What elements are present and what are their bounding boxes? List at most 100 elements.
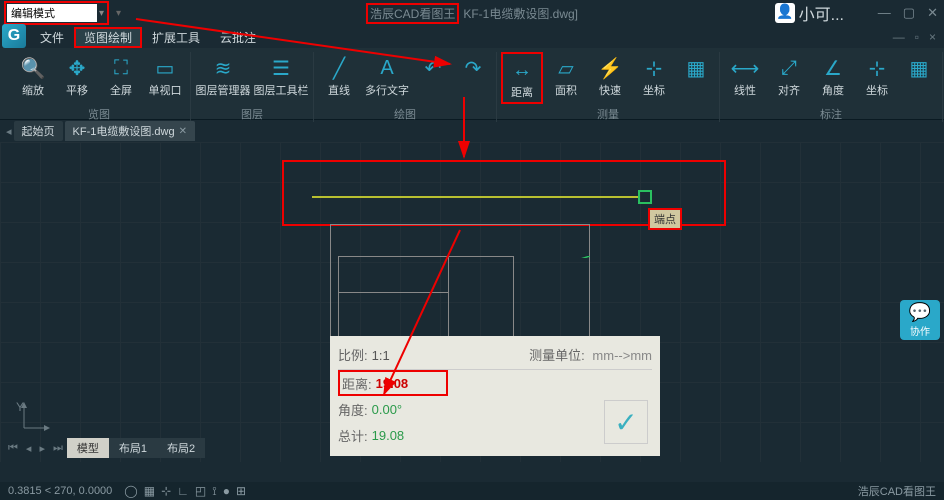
- fullscreen-button[interactable]: ⛶全屏: [100, 52, 142, 104]
- layer-tool-icon: ☰: [267, 54, 295, 82]
- status-icon-8[interactable]: ⊞: [236, 484, 246, 499]
- layer-toolbar-label: 图层工具栏: [254, 82, 309, 98]
- check-icon: ✓: [614, 406, 637, 439]
- minimize-button[interactable]: —: [878, 5, 891, 21]
- model-tab[interactable]: 模型: [67, 438, 109, 458]
- total-result-label: 总计:: [338, 426, 368, 445]
- dropdown-icon[interactable]: ▾: [97, 8, 106, 19]
- status-icon-1[interactable]: ◯: [124, 484, 137, 499]
- angle-result-label: 角度:: [338, 400, 368, 419]
- distance-result-value: 19.08: [376, 376, 409, 391]
- area-button[interactable]: ▱面积: [545, 52, 587, 104]
- maximize-button[interactable]: ▢: [903, 5, 915, 21]
- mtext-button[interactable]: A多行文字: [362, 52, 412, 104]
- menu-ext-tools[interactable]: 扩展工具: [142, 27, 210, 48]
- status-icon-7[interactable]: ●: [223, 484, 230, 499]
- layout-nav-next-icon[interactable]: ▸: [35, 442, 49, 455]
- fullscreen-icon: ⛶: [107, 54, 135, 82]
- layout1-tab[interactable]: 布局1: [109, 438, 157, 458]
- coord2-button[interactable]: ⊹坐标: [856, 52, 898, 104]
- layer-mgr-label: 图层管理器: [196, 82, 251, 98]
- measurement-panel: 比例:1:1 测量单位: mm-->mm 距离: 19.08 角度: 0.00°…: [330, 336, 660, 456]
- layout-nav-last-icon[interactable]: ⏭: [49, 442, 67, 455]
- viewport-button[interactable]: ▭单视口: [144, 52, 186, 104]
- avatar-icon: 👤: [775, 3, 795, 23]
- drawing-inner: [338, 256, 514, 336]
- user-area[interactable]: 👤 小可...: [775, 1, 844, 25]
- line-icon: ╱: [325, 54, 353, 82]
- menu-file[interactable]: 文件: [30, 27, 74, 48]
- area-icon: ▱: [552, 54, 580, 82]
- aligned-icon: ⤢: [775, 54, 803, 82]
- confirm-button[interactable]: ✓: [604, 400, 648, 444]
- status-icon-3[interactable]: ⊹: [161, 484, 171, 499]
- aligned-button[interactable]: ⤢对齐: [768, 52, 810, 104]
- status-icon-5[interactable]: ◰: [195, 484, 206, 499]
- collab-label: 协作: [910, 323, 930, 338]
- measure-layout-button[interactable]: ▦: [677, 52, 715, 104]
- group-dim-label: 标注: [820, 106, 842, 122]
- linear-button[interactable]: ⟷线性: [724, 52, 766, 104]
- group-layer-label: 图层: [241, 106, 263, 122]
- drawing-tab-label: KF-1电缆敷设图.dwg: [73, 123, 175, 139]
- angle-button[interactable]: ∠角度: [812, 52, 854, 104]
- close-button[interactable]: ✕: [927, 5, 938, 21]
- redo-button[interactable]: ↷: [454, 52, 492, 104]
- layer-mgr-button[interactable]: ≋图层管理器: [195, 52, 251, 104]
- collab-button[interactable]: 💬 协作: [900, 300, 940, 340]
- distance-icon: ↔: [508, 56, 536, 84]
- doc-title: KF-1电缆敷设图.dwg]: [463, 5, 578, 22]
- sub-restore-icon[interactable]: ▫: [915, 30, 919, 44]
- tab-close-icon[interactable]: ✕: [179, 126, 187, 137]
- window-title: 浩辰CAD看图王 KF-1电缆敷设图.dwg]: [366, 3, 578, 24]
- menu-cloud-annot[interactable]: 云批注: [210, 27, 266, 48]
- pan-icon: ✥: [63, 54, 91, 82]
- snap-tooltip: 端点: [648, 208, 682, 230]
- mtext-label: 多行文字: [365, 82, 409, 98]
- tab-nav-left-icon[interactable]: ◂: [6, 125, 12, 138]
- quick-icon: ⚡: [596, 54, 624, 82]
- app-logo-icon[interactable]: G: [2, 24, 26, 48]
- title-bar: 编辑模式 ▾ 浩辰CAD看图王 KF-1电缆敷设图.dwg] 👤 小可... —…: [0, 0, 944, 26]
- coord2-label: 坐标: [866, 82, 888, 98]
- layout-nav-prev-icon[interactable]: ◂: [22, 442, 36, 455]
- pan-label: 平移: [66, 82, 88, 98]
- layout2-tab[interactable]: 布局2: [157, 438, 205, 458]
- undo-button[interactable]: ↶: [414, 52, 452, 104]
- zoom-icon: 🔍: [19, 54, 47, 82]
- coord-button[interactable]: ⊹坐标: [633, 52, 675, 104]
- dim-layout-button[interactable]: ▦: [900, 52, 938, 104]
- status-icon-4[interactable]: ∟: [177, 484, 189, 499]
- distance-button[interactable]: ↔距离: [501, 52, 543, 104]
- coord-icon: ⊹: [640, 54, 668, 82]
- layer-toolbar-button[interactable]: ☰图层工具栏: [253, 52, 309, 104]
- drawing-canvas[interactable]: 端点 比例:1:1 测量单位: mm-->mm 距离: 19.08 角度: 0.…: [0, 142, 944, 462]
- zoom-label: 缩放: [22, 82, 44, 98]
- menu-view-draw[interactable]: 览图绘制: [74, 27, 142, 48]
- sub-close-icon[interactable]: ×: [929, 30, 936, 44]
- sub-minimize-icon[interactable]: —: [893, 30, 905, 44]
- angle-icon: ∠: [819, 54, 847, 82]
- layout-nav-first-icon[interactable]: ⏮: [4, 442, 22, 455]
- status-icon-6[interactable]: ⟟: [212, 484, 216, 499]
- coord2-icon: ⊹: [863, 54, 891, 82]
- zoom-button[interactable]: 🔍缩放: [12, 52, 54, 104]
- start-tab[interactable]: 起始页: [14, 121, 63, 141]
- angle-result-value: 0.00°: [372, 402, 403, 417]
- line-button[interactable]: ╱直线: [318, 52, 360, 104]
- unit-label: 测量单位:: [529, 348, 585, 363]
- aligned-label: 对齐: [778, 82, 800, 98]
- group-view-label: 览图: [88, 106, 110, 122]
- ribbon-group-measure: ↔距离 ▱面积 ⚡快速 ⊹坐标 ▦ 测量: [497, 52, 720, 122]
- mode-select[interactable]: 编辑模式: [7, 4, 97, 22]
- drawing-tab[interactable]: KF-1电缆敷设图.dwg ✕: [65, 121, 195, 141]
- pan-button[interactable]: ✥平移: [56, 52, 98, 104]
- quick-button[interactable]: ⚡快速: [589, 52, 631, 104]
- status-icon-2[interactable]: ▦: [144, 484, 155, 499]
- distance-row-highlight: 距离: 19.08: [338, 370, 448, 396]
- viewport-label: 单视口: [149, 82, 182, 98]
- snap-cursor-icon: [638, 190, 652, 204]
- undo-icon: ↶: [419, 54, 447, 82]
- linear-icon: ⟷: [731, 54, 759, 82]
- status-bar: 0.3815 < 270, 0.0000 ◯ ▦ ⊹ ∟ ◰ ⟟ ● ⊞ 浩辰C…: [0, 482, 944, 500]
